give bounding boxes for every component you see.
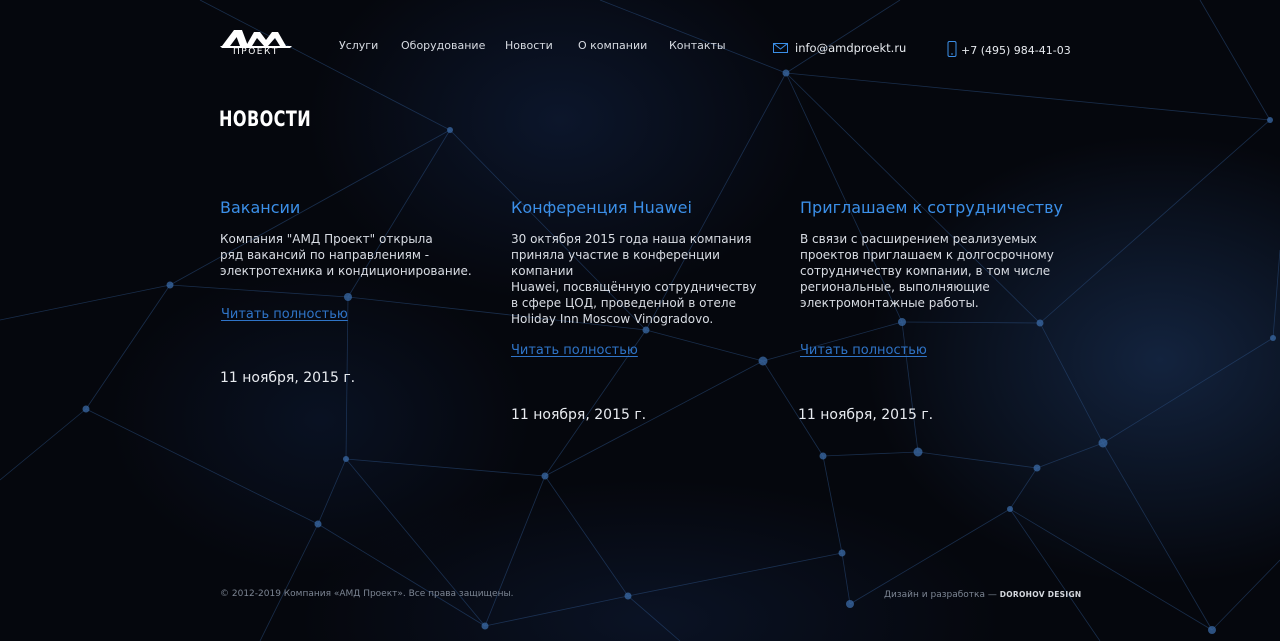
news-card: Приглашаем к сотрудничеству В связи с ра… <box>798 198 1100 423</box>
news-title[interactable]: Приглашаем к сотрудничеству <box>800 198 1100 217</box>
footer-design-brand-link[interactable]: DOROHOV DESIGN <box>1000 590 1082 599</box>
mail-icon <box>773 43 788 53</box>
read-more-link[interactable]: Читать полностью <box>800 343 927 358</box>
page-title: НОВОСТИ <box>219 107 312 131</box>
news-text: 30 октября 2015 года наша компания приня… <box>511 232 757 326</box>
nav-item-services[interactable]: Услуги <box>339 39 378 52</box>
phone-number[interactable]: +7 (495) 984-41-03 <box>961 44 1071 57</box>
news-title[interactable]: Конференция Huawei <box>511 198 781 217</box>
footer-design-label: Дизайн и разработка — <box>884 590 997 600</box>
header: ПРОЕКТ Услуги Оборудование Новости О ком… <box>0 0 1280 90</box>
news-text: В связи с расширением реализуемых проект… <box>800 232 1054 310</box>
news-date: 11 ноября, 2015 г. <box>511 407 647 423</box>
news-card: Вакансии Компания "АМД Проект" открыла р… <box>220 198 490 386</box>
read-more-link[interactable]: Читать полностью <box>221 307 348 322</box>
nav-item-about[interactable]: О компании <box>578 39 647 52</box>
phone-icon <box>947 41 957 57</box>
news-date: 11 ноября, 2015 г. <box>798 407 934 423</box>
read-more-link[interactable]: Читать полностью <box>511 343 638 358</box>
footer-credits: Дизайн и разработка — DOROHOV DESIGN <box>884 590 1082 600</box>
news-text: Компания "АМД Проект" открыла ряд ваканс… <box>220 232 472 278</box>
page: ПРОЕКТ Услуги Оборудование Новости О ком… <box>0 0 1280 641</box>
logo-subtitle: ПРОЕКТ <box>233 47 279 57</box>
nav-item-contacts[interactable]: Контакты <box>669 39 726 52</box>
footer-copyright: © 2012-2019 Компания «АМД Проект». Все п… <box>220 589 514 599</box>
nav-item-news[interactable]: Новости <box>505 39 553 52</box>
nav-item-equipment[interactable]: Оборудование <box>401 39 485 52</box>
email-link[interactable]: info@amdproekt.ru <box>795 41 906 55</box>
news-date: 11 ноября, 2015 г. <box>220 370 356 386</box>
news-card: Конференция Huawei 30 октября 2015 года … <box>511 198 781 423</box>
news-title[interactable]: Вакансии <box>220 198 490 217</box>
